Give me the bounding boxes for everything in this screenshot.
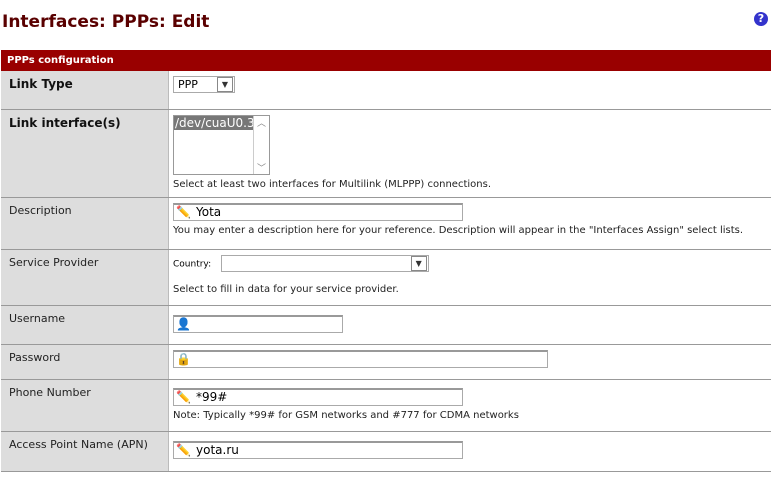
link-type-select[interactable]: PPP ▼	[173, 76, 235, 93]
password-input[interactable]: 🔒	[173, 349, 548, 368]
country-label: Country:	[173, 259, 212, 269]
username-label: Username	[1, 305, 169, 345]
apn-input[interactable]: ✏️ yota.ru	[173, 440, 463, 459]
country-select[interactable]: ▼	[220, 254, 429, 272]
link-interfaces-label: Link interface(s)	[1, 109, 169, 198]
link-type-label: Link Type	[1, 71, 169, 110]
pencil-icon: ✏️	[176, 443, 191, 457]
pencil-icon: ✏️	[176, 390, 191, 404]
phone-value: *99#	[196, 390, 228, 404]
link-interfaces-note: Select at least two interfaces for Multi…	[173, 178, 492, 190]
scrollbar[interactable]: ︿ ﹀	[253, 115, 269, 174]
ppps-config-table: PPPs configuration Link Type PPP ▼ Link i…	[1, 50, 771, 472]
user-icon: 👤	[176, 317, 191, 331]
pencil-icon: ✏️	[176, 205, 191, 219]
list-option[interactable]: /dev/cuaU0.3	[174, 115, 255, 130]
chevron-down-icon: ▼	[410, 255, 427, 271]
description-note: You may enter a description here for you…	[173, 224, 744, 236]
page-title: Interfaces: PPPs: Edit	[2, 12, 210, 32]
lock-icon: 🔒	[176, 352, 191, 366]
service-provider-note: Select to fill in data for your service …	[173, 283, 399, 295]
username-input[interactable]: 👤	[173, 314, 343, 333]
link-type-value: PPP	[178, 78, 198, 91]
service-provider-label: Service Provider	[1, 249, 169, 306]
link-interfaces-list[interactable]: /dev/cuaU0.3 ︿ ﹀	[173, 114, 270, 175]
phone-input[interactable]: ✏️ *99#	[173, 387, 463, 406]
phone-note: Note: Typically *99# for GSM networks an…	[173, 409, 519, 421]
password-label: Password	[1, 344, 169, 380]
description-label: Description	[1, 197, 169, 250]
description-value: Yota	[196, 205, 222, 219]
apn-label: Access Point Name (APN)	[1, 431, 169, 472]
apn-value: yota.ru	[196, 443, 239, 457]
phone-label: Phone Number	[1, 379, 169, 432]
description-input[interactable]: ✏️ Yota	[173, 202, 463, 221]
chevron-down-icon: ▼	[217, 77, 233, 92]
section-header: PPPs configuration	[1, 50, 771, 71]
help-icon[interactable]: ?	[754, 12, 768, 26]
